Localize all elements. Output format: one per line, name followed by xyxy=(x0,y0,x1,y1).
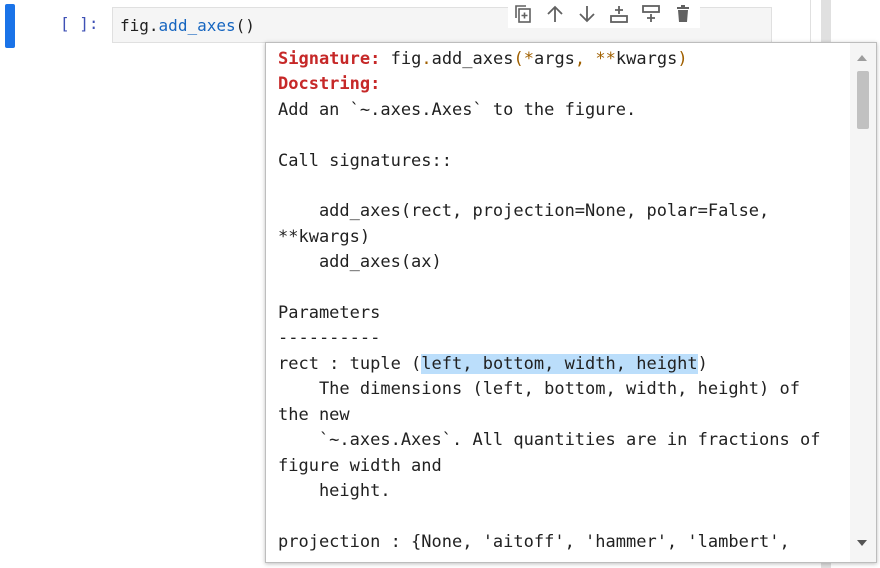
delete-button[interactable] xyxy=(668,0,698,28)
docstring-content: Signature: fig.add_axes(*args, **kwargs)… xyxy=(278,49,821,552)
cell-prompt: [ ]: xyxy=(60,14,99,33)
code-text: fig.add_axes() xyxy=(120,16,255,35)
cell-toolbar xyxy=(508,0,700,28)
insert-below-icon xyxy=(642,5,660,22)
move-down-icon xyxy=(579,6,595,23)
cell-edge xyxy=(810,0,811,44)
selected-text: left, bottom, width, height xyxy=(421,353,698,374)
move-down-button[interactable] xyxy=(572,0,602,28)
scroll-thumb[interactable] xyxy=(857,71,869,129)
docstring-tooltip[interactable]: Signature: fig.add_axes(*args, **kwargs)… xyxy=(265,42,877,563)
duplicate-icon xyxy=(515,5,531,23)
scroll-down-icon[interactable] xyxy=(857,540,867,546)
tooltip-scrollbar[interactable] xyxy=(850,43,876,562)
insert-above-button[interactable] xyxy=(604,0,634,28)
scroll-up-icon[interactable] xyxy=(857,55,867,61)
duplicate-button[interactable] xyxy=(508,0,538,28)
active-cell-marker xyxy=(5,4,15,48)
insert-below-button[interactable] xyxy=(636,0,666,28)
move-up-button[interactable] xyxy=(540,0,570,28)
delete-icon xyxy=(677,5,689,22)
insert-above-icon xyxy=(610,6,628,23)
move-up-icon xyxy=(547,5,563,22)
